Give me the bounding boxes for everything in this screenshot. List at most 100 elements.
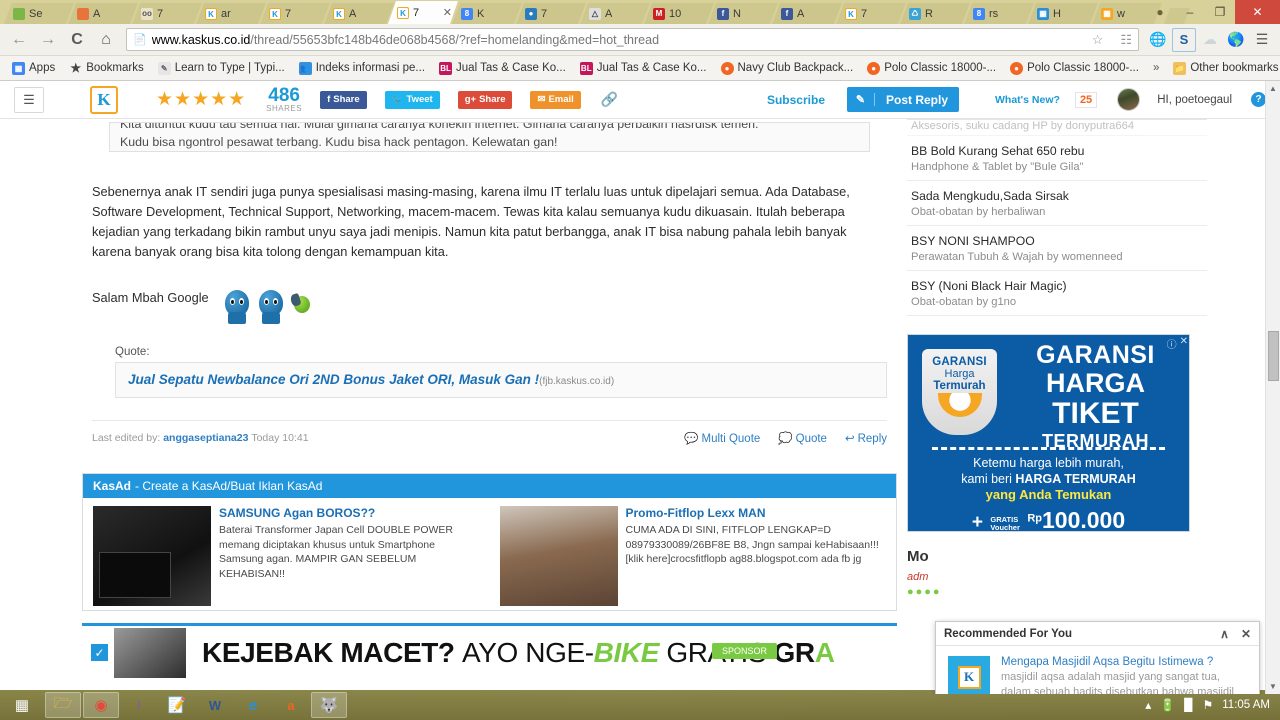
vertical-scrollbar[interactable]: ▲ ▼ bbox=[1265, 81, 1280, 694]
cloud-icon[interactable]: ☁ bbox=[1198, 28, 1222, 52]
list-item[interactable]: Sada Mengkudu,Sada Sirsak Obat-obatan by… bbox=[907, 181, 1207, 226]
scroll-up-arrow[interactable]: ▲ bbox=[1266, 81, 1280, 96]
bookmark-jual-tas-1[interactable]: BL Jual Tas & Case Ko... bbox=[433, 60, 572, 77]
last-edited-user[interactable]: anggaseptiana23 bbox=[163, 432, 248, 444]
browser-tab-15[interactable]: 8 rs bbox=[964, 3, 1034, 24]
browser-tab-11[interactable]: fN bbox=[708, 3, 778, 24]
multi-quote-button[interactable]: 💬 Multi Quote bbox=[684, 431, 760, 445]
minimize-button[interactable]: – bbox=[1175, 0, 1205, 24]
subscribe-button[interactable]: Subscribe bbox=[767, 93, 825, 107]
rating-stars[interactable]: ★★★★★ bbox=[156, 88, 246, 111]
forward-icon[interactable]: → bbox=[35, 27, 61, 53]
home-icon[interactable]: ⌂ bbox=[93, 27, 119, 53]
post-reply-button[interactable]: ✎ Post Reply bbox=[847, 87, 960, 112]
browser-tab-14[interactable]: ♺ R bbox=[900, 3, 970, 24]
bookmark-polo-classic-1[interactable]: ● Polo Classic 18000-... bbox=[861, 60, 1002, 77]
chain-link-icon[interactable]: 🔗 bbox=[601, 91, 618, 108]
avatar[interactable] bbox=[1117, 88, 1141, 111]
sponsor-button[interactable]: SPONSOR bbox=[711, 643, 777, 659]
user-icon[interactable]: ● bbox=[1145, 0, 1175, 24]
windows-start-icon[interactable]: ▦ bbox=[0, 690, 44, 720]
collapse-icon[interactable]: ∧ bbox=[1220, 627, 1229, 641]
bookmark-other-bookmarks[interactable]: 📁 Other bookmarks bbox=[1167, 60, 1280, 77]
recommended-item-title[interactable]: Mengapa Masjidil Aqsa Begitu Istimewa ? bbox=[1001, 656, 1249, 668]
user-greeting[interactable]: HI, poetoegaul bbox=[1157, 94, 1232, 106]
bookmark-bookmarks[interactable]: ★ Bookmarks bbox=[63, 60, 150, 77]
taskbar-internet-explorer[interactable]: e bbox=[235, 692, 271, 718]
menu-icon[interactable]: ☰ bbox=[1250, 28, 1274, 52]
facebook-share-button[interactable]: f Share bbox=[320, 90, 367, 109]
taskbar-visual-studio[interactable]: ⟊ bbox=[121, 692, 157, 718]
browser-tab-16[interactable]: ▦ H bbox=[1028, 3, 1098, 24]
bookmark-indeks-informasi[interactable]: 👥 Indeks informasi pe... bbox=[293, 60, 431, 77]
kasad-item[interactable]: SAMSUNG Agan BOROS?? Baterai Transformer… bbox=[83, 506, 490, 606]
kasad-item-title[interactable]: SAMSUNG Agan BOROS?? bbox=[219, 506, 482, 520]
back-icon[interactable]: ← bbox=[6, 27, 32, 53]
taskbar-gimp[interactable]: 🐺 bbox=[311, 692, 347, 718]
browser-tab-0[interactable]: Se bbox=[4, 3, 74, 24]
network-icon[interactable]: ▉ bbox=[1184, 698, 1193, 712]
email-share-button[interactable]: ✉ Email bbox=[530, 90, 581, 109]
browser-tab-9[interactable]: △ A bbox=[580, 3, 650, 24]
sidebar-banner-ad[interactable]: ⓘ ✕ GARANSI Harga Termurah GARANSI HARGA… bbox=[907, 334, 1190, 532]
browser-tab-10[interactable]: M 10 bbox=[644, 3, 714, 24]
kasad-item[interactable]: Promo-Fitflop Lexx MAN CUMA ADA DI SINI,… bbox=[490, 506, 897, 606]
tray-expand-icon[interactable]: ▴ bbox=[1145, 698, 1151, 712]
bookmark-learn-to-type[interactable]: ✎ Learn to Type | Typi... bbox=[152, 60, 291, 77]
bookmark-apps[interactable]: ▦ Apps bbox=[6, 60, 61, 77]
whats-new-link[interactable]: What's New? bbox=[995, 94, 1060, 106]
scroll-down-arrow[interactable]: ▼ bbox=[1266, 679, 1280, 694]
address-bar[interactable]: 📄 www.kaskus.co.id/thread/55653bfc148b46… bbox=[126, 28, 1139, 51]
google-share-button[interactable]: g+ Share bbox=[457, 90, 513, 109]
kasad-subtitle[interactable]: - Create a KasAd/Buat Iklan KasAd bbox=[135, 479, 322, 493]
hamburger-icon[interactable]: ☰ bbox=[14, 86, 44, 113]
flag-icon[interactable]: ⚑ bbox=[1202, 698, 1213, 712]
quote-button[interactable]: 💭 Quote bbox=[778, 431, 827, 445]
list-item[interactable]: BSY NONI SHAMPOO Perawatan Tubuh & Wajah… bbox=[907, 226, 1207, 271]
browser-tab-7[interactable]: 8K bbox=[452, 3, 522, 24]
taskbar-file-explorer[interactable]: 🗁 bbox=[45, 692, 81, 718]
thread-title[interactable]: Sada Mengkudu,Sada Sirsak bbox=[911, 189, 1203, 203]
browser-tab-active[interactable]: K 7 ✕ bbox=[388, 1, 458, 24]
save-page-icon[interactable]: ☷ bbox=[1114, 32, 1132, 48]
list-item[interactable]: BB Bold Kurang Sehat 650 rebu Handphone … bbox=[907, 136, 1207, 181]
close-window-button[interactable]: ✕ bbox=[1235, 0, 1280, 24]
battery-icon[interactable]: 🔋 bbox=[1160, 698, 1175, 712]
thread-title[interactable]: BB Bold Kurang Sehat 650 rebu bbox=[911, 144, 1203, 158]
close-icon[interactable]: ✕ bbox=[1241, 627, 1251, 641]
taskbar-adobe-app[interactable]: a bbox=[273, 692, 309, 718]
list-item[interactable]: BSY (Noni Black Hair Magic) Obat-obatan … bbox=[907, 271, 1207, 316]
scrollbar-thumb[interactable] bbox=[1268, 331, 1279, 381]
recommended-popup[interactable]: Recommended For You ∧ ✕ K Mengapa Masjid… bbox=[935, 621, 1260, 694]
thread-title[interactable]: BSY NONI SHAMPOO bbox=[911, 234, 1203, 248]
browser-tab-1[interactable]: A bbox=[68, 3, 138, 24]
whats-new-badge[interactable]: 25 bbox=[1074, 91, 1098, 108]
question-mark-icon[interactable]: ? bbox=[1251, 92, 1266, 107]
thread-title[interactable]: BSY (Noni Black Hair Magic) bbox=[911, 279, 1203, 293]
list-item[interactable]: Aksesoris, suku cadang HP by donyputra66… bbox=[907, 120, 1207, 136]
quote-thread-link[interactable]: Jual Sepatu Newbalance Ori 2ND Bonus Jak… bbox=[128, 372, 539, 387]
bookmark-polo-classic-2[interactable]: ● Polo Classic 18000-... bbox=[1004, 60, 1145, 77]
browser-tab-5[interactable]: KA bbox=[324, 3, 394, 24]
bookmark-star-icon[interactable]: ☆ bbox=[1086, 32, 1104, 48]
browser-tab-2[interactable]: oo 7 bbox=[132, 3, 202, 24]
twitter-tweet-button[interactable]: 🐦 Tweet bbox=[384, 90, 440, 109]
earth-icon[interactable]: 🌎 bbox=[1224, 28, 1248, 52]
kaskus-logo[interactable]: K bbox=[90, 85, 118, 114]
clock[interactable]: 11:05 AM bbox=[1222, 699, 1270, 711]
bookmark-overflow[interactable]: » bbox=[1147, 60, 1165, 76]
maximize-button[interactable]: ❐ bbox=[1205, 0, 1235, 24]
browser-tab-12[interactable]: fA bbox=[772, 3, 842, 24]
sponsor-banner[interactable]: ✓ KEJEBAK MACET? AYO NGE-BIKE GRATIS GRA… bbox=[82, 623, 897, 679]
reload-icon[interactable]: C bbox=[64, 27, 90, 53]
bookmark-jual-tas-2[interactable]: BL Jual Tas & Case Ko... bbox=[574, 60, 713, 77]
taskbar-google-chrome[interactable]: ◉ bbox=[83, 692, 119, 718]
browser-tab-4[interactable]: K7 bbox=[260, 3, 330, 24]
s-icon[interactable]: S bbox=[1172, 27, 1196, 52]
globe-icon[interactable]: 🌐 bbox=[1146, 28, 1170, 52]
checked-box-icon[interactable]: ✓ bbox=[91, 644, 108, 661]
browser-tab-3[interactable]: Kar bbox=[196, 3, 266, 24]
kasad-item-title[interactable]: Promo-Fitflop Lexx MAN bbox=[626, 506, 889, 520]
taskbar-notepad[interactable]: 📝 bbox=[159, 692, 195, 718]
taskbar-microsoft-word[interactable]: W bbox=[197, 692, 233, 718]
